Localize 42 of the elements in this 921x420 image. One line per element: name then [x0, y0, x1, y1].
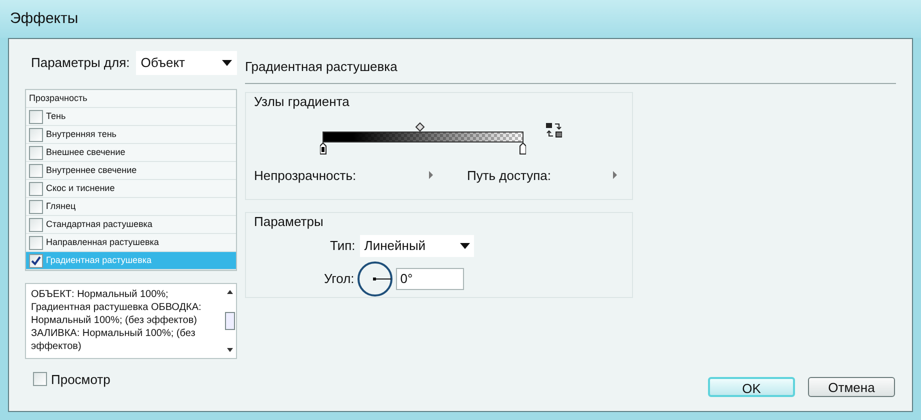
- effect-checkbox[interactable]: [29, 218, 43, 232]
- caret-icon: [460, 242, 470, 248]
- effect-checkbox[interactable]: [29, 128, 43, 142]
- settings-for-dropdown[interactable]: Объект: [136, 51, 237, 75]
- preview-label: Просмотр: [51, 370, 110, 389]
- swap-icon[interactable]: [546, 122, 562, 138]
- location-label: Путь доступа:: [467, 166, 552, 185]
- type-label: Тип:: [330, 236, 356, 255]
- angle-dial-icon[interactable]: [357, 260, 394, 296]
- settings-for-label: Параметры для:: [31, 54, 130, 72]
- effect-item[interactable]: Тень: [26, 108, 236, 126]
- group-title: Параметры: [254, 213, 324, 231]
- effect-checkbox[interactable]: [29, 200, 43, 214]
- checkmark-icon: [31, 256, 41, 266]
- type-dropdown[interactable]: Линейный: [360, 234, 474, 256]
- effect-item[interactable]: Стандартная растушевка: [26, 216, 236, 234]
- effect-checkbox[interactable]: [29, 182, 43, 196]
- effect-checkbox[interactable]: [29, 236, 43, 250]
- panel-title: Градиентная растушевка: [245, 59, 398, 74]
- effect-item[interactable]: Скос и тиснение: [26, 180, 236, 198]
- group-title: Узлы градиента: [254, 93, 350, 111]
- angle-label: Угол:: [324, 270, 354, 288]
- effect-checkbox[interactable]: [29, 254, 43, 268]
- summary-text: ОБЪЕКТ: Нормальный 100%; Градиентная растушевка ОБВОДКА: Нормальный 100%; (без эффектов) ЗАЛИВКА: Нормальный 100%; (без эффектов): [30, 288, 202, 354]
- effect-item[interactable]: Глянец: [26, 198, 236, 216]
- angle-field[interactable]: 0°: [396, 268, 464, 290]
- caret-icon: [222, 60, 232, 66]
- dialog-button[interactable]: OK: [708, 377, 795, 397]
- effect-item[interactable]: Внутренняя тень: [26, 126, 236, 144]
- gradient-slider-drawing[interactable]: [320, 122, 526, 156]
- effect-checkbox[interactable]: [29, 110, 43, 124]
- arrow-icon[interactable]: [429, 171, 433, 180]
- window-title: Эффекты: [10, 8, 78, 29]
- effect-item[interactable]: Внешнее свечение: [26, 144, 236, 162]
- arrow-icon[interactable]: [613, 171, 617, 180]
- effect-checkbox[interactable]: [29, 164, 43, 178]
- dialog-button[interactable]: Отмена: [808, 377, 895, 397]
- effect-item[interactable]: Внутреннее свечение: [26, 162, 236, 180]
- opacity-label: Непрозрачность:: [254, 166, 358, 185]
- effect-item[interactable]: Прозрачность: [26, 90, 236, 108]
- preview-checkbox[interactable]: [33, 372, 47, 386]
- effect-checkbox[interactable]: [29, 146, 43, 160]
